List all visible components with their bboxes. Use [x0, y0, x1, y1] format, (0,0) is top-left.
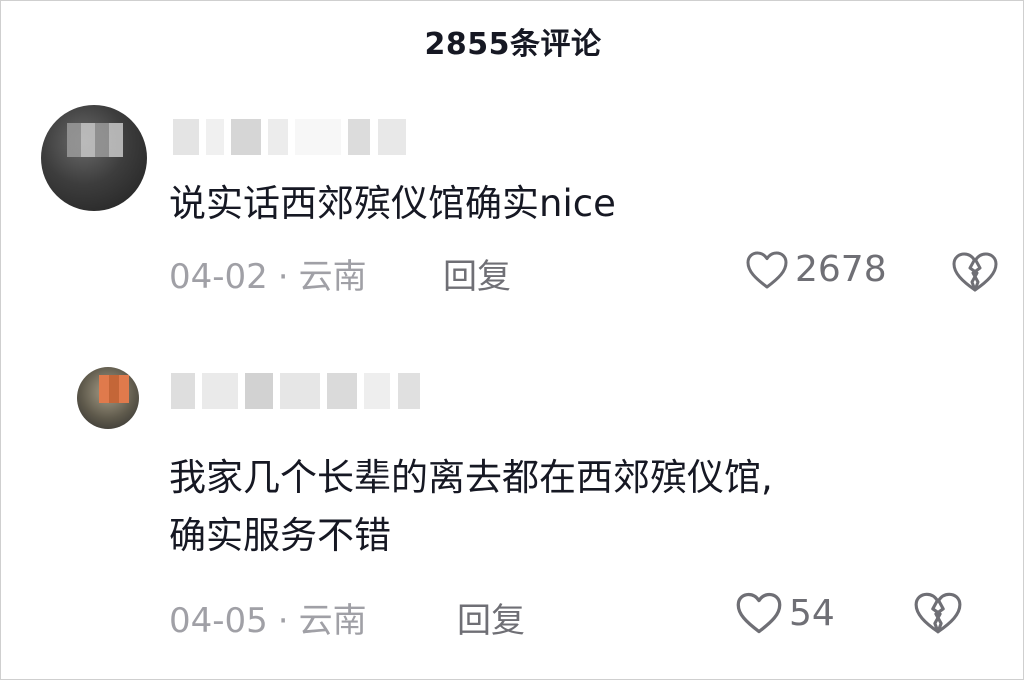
username-blurred[interactable]	[171, 373, 422, 409]
like-button[interactable]: 2678	[745, 249, 887, 290]
broken-heart-icon	[952, 252, 998, 292]
avatar-mosaic	[99, 375, 129, 403]
like-count: 54	[789, 592, 835, 634]
comment-date: 04-02	[169, 257, 268, 297]
comment-location: 云南	[298, 601, 367, 641]
comment-count-title: 2855条评论	[424, 27, 602, 62]
comment-location: 云南	[298, 257, 367, 297]
like-button[interactable]: 54	[735, 591, 835, 635]
avatar[interactable]	[41, 105, 147, 211]
avatar-mosaic	[67, 123, 123, 157]
heart-outline-icon	[746, 251, 788, 288]
meta-separator: ·	[277, 601, 289, 641]
comment-meta: 04-05 · 云南	[169, 593, 367, 642]
username-blurred[interactable]	[173, 119, 408, 155]
comment-text-line: 确实服务不错	[169, 514, 391, 557]
comment-text-line: 我家几个长辈的离去都在西郊殡仪馆,	[169, 456, 773, 499]
avatar[interactable]	[77, 367, 139, 429]
broken-heart-icon	[914, 592, 962, 634]
comments-panel: 2855条评论 说实话西郊殡仪馆确实nice 04-02 · 云南 回复 2678	[0, 0, 1024, 680]
comment-meta: 04-02 · 云南	[169, 249, 367, 298]
like-count: 2678	[795, 249, 887, 290]
reply-button[interactable]: 回复	[457, 593, 525, 642]
dislike-button[interactable]	[951, 251, 999, 297]
comment-date: 04-05	[169, 601, 268, 641]
heart-outline-icon	[736, 592, 782, 634]
comment-text: 说实话西郊殡仪馆确实nice	[169, 182, 616, 225]
comment-text: 我家几个长辈的离去都在西郊殡仪馆, 确实服务不错	[169, 449, 773, 565]
meta-separator: ·	[277, 257, 289, 297]
reply-button[interactable]: 回复	[443, 249, 511, 298]
dislike-button[interactable]	[913, 591, 963, 639]
